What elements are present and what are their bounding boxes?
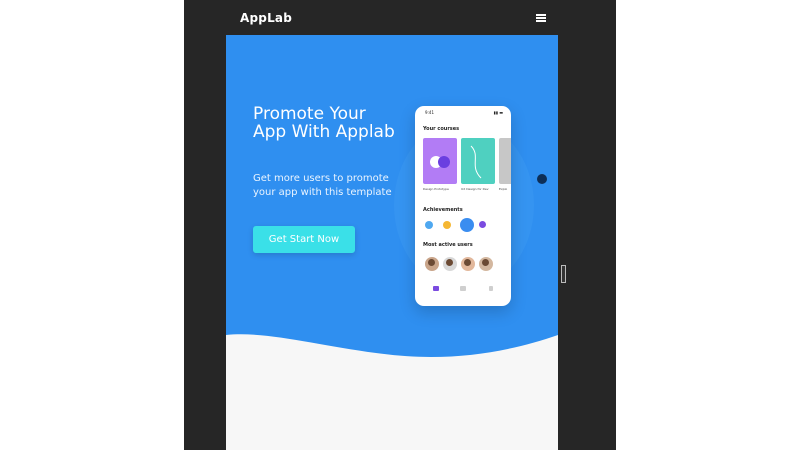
achievement-badge-icon <box>460 218 474 232</box>
phone-mockup: 9:41 ▮▮ ▬ Your courses Design Prototype … <box>415 106 511 306</box>
achievement-badge-icon <box>479 221 486 228</box>
page-background-left <box>0 0 184 450</box>
achievements-heading: Achievements <box>423 207 463 213</box>
courses-heading: Your courses <box>423 126 460 132</box>
course-card-ux <box>461 138 495 184</box>
page-background-right <box>616 0 800 450</box>
hero-title: Promote Your App With Applab <box>253 104 395 142</box>
course-art-icon <box>470 145 482 179</box>
hero-subtitle: Get more users to promote your app with … <box>253 173 392 198</box>
brand-logo[interactable]: AppLab <box>240 11 292 25</box>
achievement-badge-icon <box>443 221 451 229</box>
course-label: Design Prototype <box>423 187 449 191</box>
course-label: Explo <box>499 187 508 191</box>
resize-handle[interactable] <box>561 265 566 283</box>
landing-screen: Promote Your App With Applab Get more us… <box>226 35 558 450</box>
avatar <box>478 256 494 272</box>
active-users-heading: Most active users <box>423 242 473 248</box>
phone-nav-chat-icon <box>460 286 466 291</box>
course-card-explore <box>499 138 511 184</box>
avatar <box>442 256 458 272</box>
signal-battery-icon: ▮▮ ▬ <box>493 110 503 115</box>
floating-dot <box>537 174 547 184</box>
course-label: UX Design for Dev <box>461 187 489 191</box>
get-started-button[interactable]: Get Start Now <box>253 226 355 253</box>
phone-status-time: 9:41 <box>425 110 434 115</box>
avatar <box>460 256 476 272</box>
top-navbar: AppLab <box>226 0 558 35</box>
achievement-badge-icon <box>425 221 433 229</box>
hamburger-menu-icon[interactable] <box>536 14 546 22</box>
phone-nav-profile-icon <box>489 286 493 291</box>
avatar <box>424 256 440 272</box>
phone-nav-home-icon <box>433 286 439 291</box>
course-art-icon <box>430 156 450 168</box>
course-card-design <box>423 138 457 184</box>
